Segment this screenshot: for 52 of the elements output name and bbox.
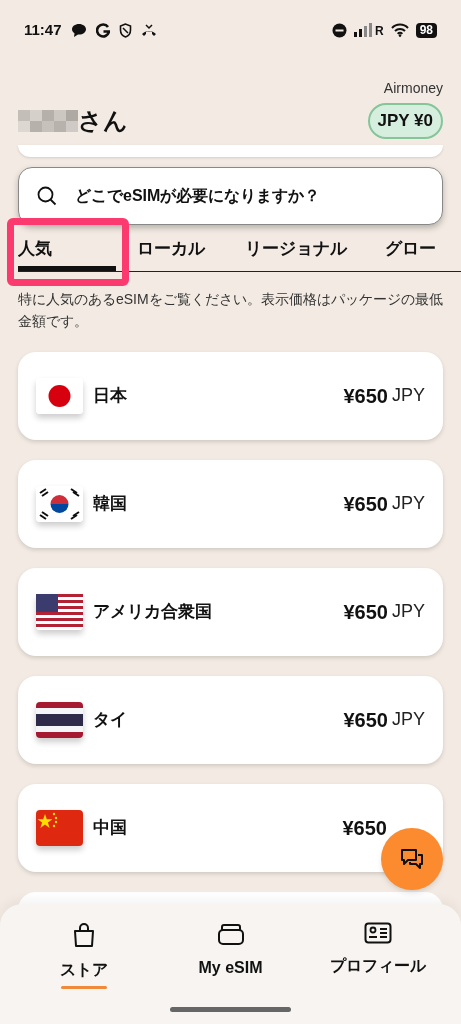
destination-card[interactable]: アメリカ合衆国 ¥650 JPY xyxy=(18,567,443,656)
destination-card[interactable]: 中国 ¥650 xyxy=(18,783,443,872)
category-tab[interactable]: グロー xyxy=(365,232,455,271)
country-name: タイ xyxy=(93,708,128,731)
country-name: アメリカ合衆国 xyxy=(93,600,213,623)
chat-icon xyxy=(399,847,425,871)
search-icon xyxy=(37,185,57,206)
country-name: 中国 xyxy=(93,816,128,839)
nav-tab[interactable]: ストア xyxy=(18,922,149,989)
nav-tab[interactable]: My eSIM xyxy=(165,922,296,989)
shopping-bag-icon xyxy=(71,922,96,948)
country-name: 日本 xyxy=(93,384,128,407)
category-tab[interactable]: ローカル xyxy=(116,232,225,271)
roaming-indicator: R xyxy=(374,25,384,37)
category-tab[interactable]: 人気 xyxy=(18,232,116,271)
currency-code: JPY xyxy=(392,600,425,623)
id-card-icon xyxy=(363,922,392,944)
g-logo-icon xyxy=(95,22,110,38)
do-not-disturb-icon xyxy=(331,22,347,38)
sim-cards-icon xyxy=(216,922,245,946)
signal-icon xyxy=(353,23,374,37)
destination-card[interactable]: 韓国 ¥650 JPY xyxy=(18,459,443,548)
description-text: 特に人気のあるeSIMをご覧ください。表示価格はパッケージの最低金額です。 xyxy=(18,289,443,331)
flag-icon xyxy=(36,377,83,414)
flag-icon xyxy=(36,701,83,738)
price-amount: ¥650 xyxy=(343,383,388,409)
category-tab[interactable]: リージョナル xyxy=(225,232,365,271)
price-amount: ¥650 xyxy=(343,707,388,733)
currency-code: JPY xyxy=(392,492,425,515)
greeting-text: さん xyxy=(78,105,128,136)
country-name: 韓国 xyxy=(93,492,128,515)
currency-code: JPY xyxy=(392,384,425,407)
currency-code: JPY xyxy=(392,708,425,731)
flag-icon xyxy=(36,593,83,630)
wallet-balance-badge[interactable]: JPY ¥0 xyxy=(367,103,443,139)
flag-icon xyxy=(36,485,83,522)
price-amount: ¥650 xyxy=(343,491,388,517)
chat-bubble-icon xyxy=(70,22,87,38)
clock-time: 11:47 xyxy=(24,19,62,40)
shield-icon xyxy=(118,22,132,38)
wallet-label: Airmoney xyxy=(383,79,443,98)
wifi-icon xyxy=(390,23,409,37)
destination-card[interactable]: 日本 ¥650 JPY xyxy=(18,351,443,440)
price-amount: ¥650 xyxy=(343,599,388,625)
price-amount: ¥650 xyxy=(342,815,387,841)
blurred-name xyxy=(18,109,78,132)
destination-card[interactable]: タイ ¥650 JPY xyxy=(18,675,443,764)
battery-indicator: 98 xyxy=(415,22,437,38)
search-field[interactable]: どこでeSIMが必要になりますか？ xyxy=(18,166,443,225)
flag-icon xyxy=(36,809,83,846)
nav-tab[interactable]: プロフィール xyxy=(312,922,443,989)
missed-call-icon xyxy=(140,23,157,37)
